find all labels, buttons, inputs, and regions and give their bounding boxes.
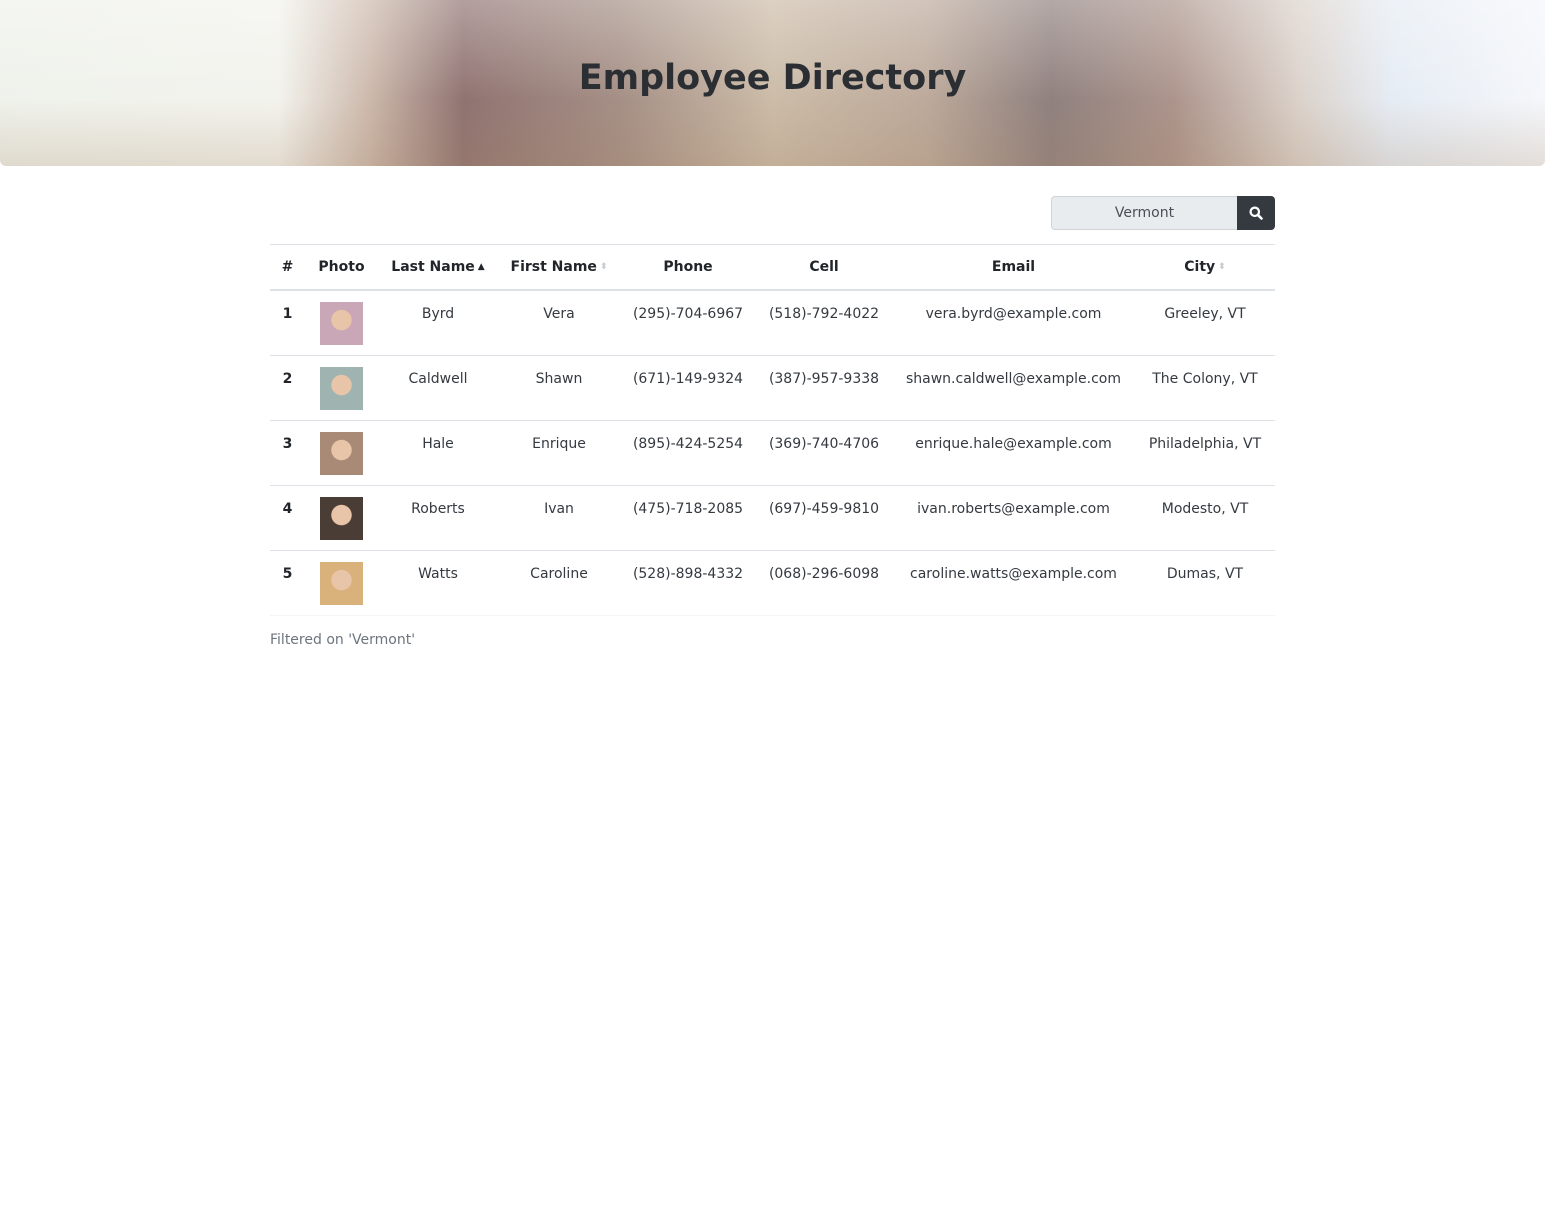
cell-row-number: 4	[270, 485, 305, 551]
cell-last-name: Byrd	[378, 290, 498, 356]
col-last-name[interactable]: Last Name ▲	[378, 244, 498, 291]
cell-email: enrique.hale@example.com	[892, 420, 1135, 486]
cell-city: The Colony, VT	[1135, 355, 1275, 421]
cell-row-number: 1	[270, 290, 305, 356]
cell-row-number: 3	[270, 420, 305, 486]
cell-photo	[305, 355, 378, 421]
cell-row-number: 2	[270, 355, 305, 421]
col-photo: Photo	[305, 244, 378, 291]
search-input[interactable]	[1051, 196, 1237, 230]
cell-first-name: Shawn	[498, 355, 620, 421]
avatar	[320, 561, 363, 605]
col-city-label: City	[1184, 259, 1216, 275]
table-row: 1 Byrd Vera (295)-704-6967 (518)-792-4022 ver…	[270, 290, 1275, 356]
cell-last-name: Hale	[378, 420, 498, 486]
cell-last-name: Watts	[378, 550, 498, 616]
table-header-row: # Photo Last Name ▲ First Name ⬍ Phone Cel…	[270, 244, 1275, 291]
avatar	[320, 302, 363, 345]
cell-email: ivan.roberts@example.com	[892, 485, 1135, 551]
sort-icon[interactable]: ⬍	[600, 262, 608, 272]
col-last-name-label: Last Name	[391, 259, 475, 275]
filter-status: Filtered on 'Vermont'	[270, 632, 416, 648]
cell-cell: (387)-957-9338	[756, 355, 892, 421]
col-number: #	[270, 244, 305, 291]
search-button[interactable]	[1237, 196, 1275, 230]
sort-icon[interactable]: ⬍	[1218, 262, 1226, 272]
cell-city: Greeley, VT	[1135, 290, 1275, 356]
cell-cell: (369)-740-4706	[756, 420, 892, 486]
avatar	[320, 496, 363, 540]
cell-photo	[305, 290, 378, 356]
cell-last-name: Roberts	[378, 485, 498, 551]
cell-email: shawn.caldwell@example.com	[892, 355, 1135, 421]
table-row: 5 Watts Caroline (528)-898-4332 (068)-296-60…	[270, 550, 1275, 616]
cell-photo	[305, 485, 378, 551]
cell-first-name: Caroline	[498, 550, 620, 616]
cell-city: Modesto, VT	[1135, 485, 1275, 551]
employee-table: # Photo Last Name ▲ First Name ⬍ Phone Cel…	[270, 244, 1275, 616]
cell-phone: (671)-149-9324	[620, 355, 756, 421]
avatar	[320, 431, 363, 475]
cell-first-name: Ivan	[498, 485, 620, 551]
sort-up-icon[interactable]: ▲	[478, 262, 485, 272]
table-row: 4 Roberts Ivan (475)-718-2085 (697)-459-9810…	[270, 485, 1275, 551]
cell-email: caroline.watts@example.com	[892, 550, 1135, 616]
search-icon	[1249, 206, 1263, 220]
cell-phone: (895)-424-5254	[620, 420, 756, 486]
cell-phone: (528)-898-4332	[620, 550, 756, 616]
cell-cell: (697)-459-9810	[756, 485, 892, 551]
col-city[interactable]: City ⬍	[1135, 244, 1275, 291]
avatar	[320, 366, 363, 410]
col-phone: Phone	[620, 244, 756, 291]
col-first-name-label: First Name	[510, 259, 597, 275]
cell-last-name: Caldwell	[378, 355, 498, 421]
cell-photo	[305, 420, 378, 486]
col-first-name[interactable]: First Name ⬍	[498, 244, 620, 291]
cell-first-name: Vera	[498, 290, 620, 356]
cell-email: vera.byrd@example.com	[892, 290, 1135, 356]
col-cell: Cell	[756, 244, 892, 291]
cell-phone: (475)-718-2085	[620, 485, 756, 551]
cell-phone: (295)-704-6967	[620, 290, 756, 356]
cell-first-name: Enrique	[498, 420, 620, 486]
col-email: Email	[892, 244, 1135, 291]
search-form	[1051, 196, 1275, 230]
cell-cell: (068)-296-6098	[756, 550, 892, 616]
cell-city: Dumas, VT	[1135, 550, 1275, 616]
cell-cell: (518)-792-4022	[756, 290, 892, 356]
table-row: 3 Hale Enrique (895)-424-5254 (369)-740-4706…	[270, 420, 1275, 486]
table-row: 2 Caldwell Shawn (671)-149-9324 (387)-957-93…	[270, 355, 1275, 421]
cell-row-number: 5	[270, 550, 305, 616]
page-title: Employee Directory	[578, 58, 967, 98]
cell-photo	[305, 550, 378, 616]
cell-city: Philadelphia, VT	[1135, 420, 1275, 486]
